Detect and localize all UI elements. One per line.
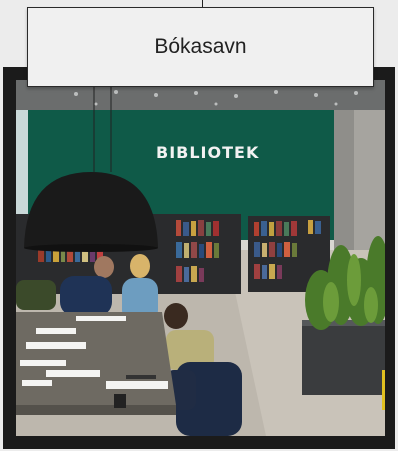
title-label: Bókasavn [154, 35, 247, 58]
bibliotek-sign: BIBLIOTEK [156, 143, 259, 162]
reading-table [16, 312, 176, 405]
title-tag[interactable]: Bókasavn [27, 7, 374, 87]
library-photo[interactable]: BIBLIOTEK [16, 80, 385, 436]
